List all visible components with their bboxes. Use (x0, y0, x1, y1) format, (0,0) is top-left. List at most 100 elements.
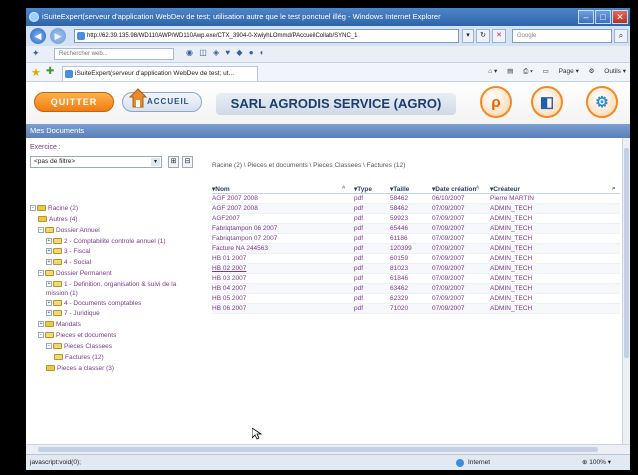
tree-node[interactable]: +7 - Juridique (30, 309, 180, 319)
sort-date-icon[interactable]: ᴬ (476, 185, 479, 192)
col-type[interactable]: ▾ Type (354, 185, 372, 193)
cell-nom[interactable]: Facture NA 244563 (212, 245, 268, 252)
table-row[interactable]: HB 04 2007 pdf 63462 07/09/2007 ADMIN_TECH (212, 284, 620, 294)
col-taille[interactable]: ▾ Taille (390, 185, 409, 193)
expand-icon[interactable]: + (38, 321, 44, 328)
expand-icon[interactable]: + (46, 310, 52, 317)
tools-menu[interactable]: ⚙ Outils ▾ (589, 68, 626, 75)
quit-button[interactable]: QUITTER (34, 92, 114, 112)
vertical-scrollbar[interactable] (622, 138, 630, 444)
tree-node[interactable]: +2 - Comptabilite controle annuel (1) (30, 237, 180, 246)
cell-nom[interactable]: HB 06 2007 (212, 305, 246, 312)
page-menu[interactable]: ▭ Page ▾ (543, 68, 579, 75)
tree-node[interactable]: +4 - Social (30, 258, 180, 268)
collapse-icon[interactable]: − (46, 343, 52, 350)
col-date[interactable]: ▾ Date création (432, 185, 476, 193)
tree-node[interactable]: +1 - Definition, organisation & suivi de… (30, 280, 180, 298)
tab-active[interactable]: iSuiteExpert(serveur d'application WebDe… (62, 66, 258, 81)
tree-node[interactable]: − Pieces Classees (30, 342, 180, 352)
cell-nom[interactable]: HB 02 2007 (212, 265, 246, 272)
chevron-down-icon[interactable]: ▾ (151, 158, 160, 166)
cell-nom[interactable]: HB 01 2007 (212, 255, 246, 262)
window-controls: – □ ✕ (578, 10, 628, 24)
print-icon[interactable]: ⎙ ▾ (523, 68, 533, 75)
stop-icon[interactable]: ✕ (492, 29, 506, 43)
collapse-icon[interactable]: − (38, 227, 44, 234)
column-search-icon[interactable]: ⌕ (612, 185, 616, 193)
cell-nom[interactable]: HB 05 2007 (212, 295, 246, 302)
cell-date: 07/09/2007 (432, 215, 465, 222)
table-row[interactable]: HB 06 2007 pdf 71020 07/09/2007 ADMIN_TECH (212, 304, 620, 314)
favorites-star-icon[interactable]: ★ (31, 66, 41, 79)
minimize-button[interactable]: – (578, 10, 594, 24)
collapse-icon[interactable]: − (38, 270, 44, 277)
sort-type-icon[interactable]: ᴬ (342, 185, 345, 192)
table-row[interactable]: Fabriqtampon 06 2007 pdf 65446 07/09/2007 AD… (212, 224, 620, 234)
cell-nom[interactable]: HB 04 2007 (212, 285, 246, 292)
horizontal-scroll-thumb[interactable] (38, 447, 598, 452)
address-input[interactable]: http://62.39.135.98/WD110AWP/WD110Awp.ex… (74, 29, 459, 43)
toolbar-logo-icon: ✦ (32, 48, 40, 58)
tree-node[interactable]: +4 - Documents comptables (30, 299, 180, 308)
back-arrow-icon[interactable]: ◀ (30, 28, 46, 44)
tree-node[interactable]: + Mandats (30, 320, 180, 330)
cell-date: 07/09/2007 (432, 265, 465, 272)
address-dropdown-icon[interactable]: ▾ (462, 29, 474, 43)
collapse-icon[interactable]: − (38, 332, 44, 339)
table-row[interactable]: AGF 2007 2008 pdf 58462 06/10/2007 Pierre MA… (212, 194, 620, 204)
cell-nom[interactable]: AGF 2007 2008 (212, 195, 258, 202)
home-icon[interactable]: ⌂ ▾ (488, 68, 497, 75)
table-row[interactable]: Facture NA 244563 pdf 120399 07/09/2007 ADMI… (212, 244, 620, 254)
collapse-icon[interactable]: − (30, 205, 36, 212)
expand-all-icon[interactable]: ⊞ (168, 156, 179, 168)
tree-node[interactable]: Factures (12) (30, 353, 180, 363)
col-createur[interactable]: ▾ Créateur (490, 185, 520, 193)
tree-node[interactable]: Pieces a classer (3) (30, 364, 180, 374)
expand-icon[interactable]: + (46, 238, 52, 245)
book-icon[interactable]: ◧ (531, 86, 563, 118)
add-favorite-icon[interactable]: ✚ (46, 66, 54, 77)
tree-node[interactable]: − Dossier Annuel (30, 226, 180, 236)
expand-icon[interactable]: + (46, 248, 52, 255)
search-magnifier-icon[interactable]: ρ (480, 86, 512, 118)
tree-node[interactable]: − Dossier Permanent (30, 269, 180, 279)
table-row[interactable]: AGF2007 pdf 59923 07/09/2007 ADMIN_TECH (212, 214, 620, 224)
col-nom[interactable]: ▾ Nom (212, 185, 230, 193)
expand-icon[interactable]: + (46, 300, 52, 307)
collapse-all-icon[interactable]: ⊟ (182, 156, 193, 168)
cell-nom[interactable]: Fabriqtampon 07 2007 (212, 235, 277, 242)
expand-icon[interactable]: + (46, 281, 52, 288)
tree-node[interactable]: +3 - Fiscal (30, 247, 180, 257)
tree-node[interactable]: Autres (4) (30, 215, 180, 225)
expand-icon[interactable]: + (46, 259, 52, 266)
cell-nom[interactable]: Fabriqtampon 06 2007 (212, 225, 277, 232)
refresh-icon[interactable]: ↻ (476, 29, 490, 43)
settings-gear-icon[interactable]: ⚙ (586, 86, 618, 118)
horizontal-scrollbar[interactable] (26, 444, 630, 454)
home-button[interactable]: ACCUEIL (122, 88, 202, 112)
table-row[interactable]: HB 02 2007 pdf 81023 07/09/2007 ADMIN_TECH (212, 264, 620, 274)
cell-nom[interactable]: AGF2007 (212, 215, 240, 222)
feeds-icon[interactable]: ▤ (507, 68, 513, 75)
mouse-cursor-icon (252, 428, 262, 440)
tree-node[interactable]: − Racine (2) (30, 204, 180, 214)
toolbar-search-input[interactable]: Rechercher web... (54, 48, 174, 60)
toolbar-icons[interactable]: ◉ ◫ ◈ ♥ ◆ ● ◐ (186, 48, 267, 57)
zoom-control[interactable]: ⊕ 100% ▾ (582, 455, 611, 470)
cell-nom[interactable]: AGF 2007 2008 (212, 205, 258, 212)
table-row[interactable]: HB 03 2007 pdf 61846 07/09/2007 ADMIN_TECH (212, 274, 620, 284)
search-input[interactable]: Google (512, 29, 612, 43)
search-icon[interactable]: ⌕ (614, 29, 628, 43)
close-button[interactable]: ✕ (612, 10, 628, 24)
forward-arrow-icon[interactable]: ▶ (50, 28, 66, 44)
table-row[interactable]: AGF 2007 2008 pdf 58462 07/09/2007 ADMIN_TEC… (212, 204, 620, 214)
cell-nom[interactable]: HB 03 2007 (212, 275, 246, 282)
table-row[interactable]: HB 01 2007 pdf 60159 07/09/2007 ADMIN_TECH (212, 254, 620, 264)
table-row[interactable]: Fabriqtampon 07 2007 pdf 61186 07/09/2007 AD… (212, 234, 620, 244)
vertical-scroll-thumb[interactable] (624, 148, 629, 358)
table-row[interactable]: HB 05 2007 pdf 62329 07/09/2007 ADMIN_TECH (212, 294, 620, 304)
maximize-button[interactable]: □ (595, 10, 611, 24)
filter-select[interactable]: <pas de filtre> ▾ (30, 156, 162, 168)
cell-date: 07/09/2007 (432, 225, 465, 232)
tree-node[interactable]: − Pieces et documents (30, 331, 180, 341)
